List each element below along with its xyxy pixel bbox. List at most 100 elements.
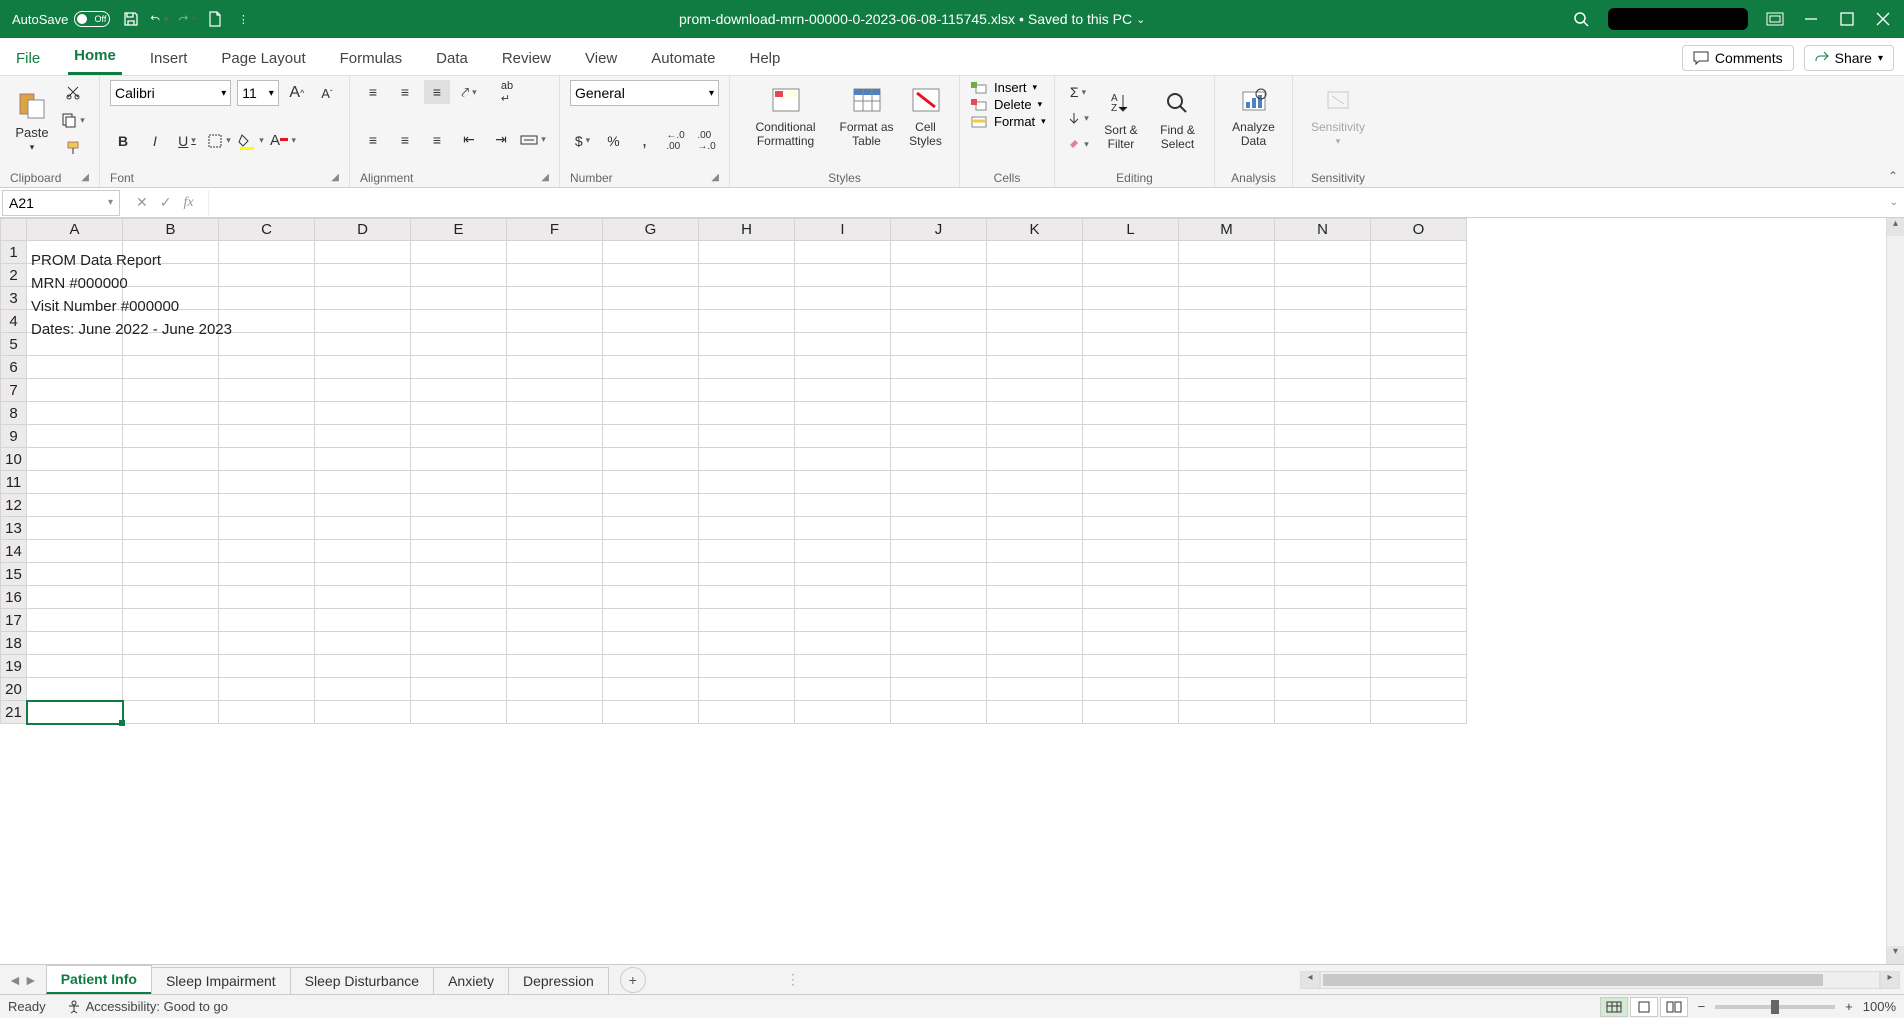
cell[interactable] (1179, 264, 1275, 287)
cell[interactable] (507, 655, 603, 678)
cell[interactable] (891, 632, 987, 655)
page-break-view-icon[interactable] (1660, 997, 1688, 1017)
cell[interactable] (27, 586, 123, 609)
cell[interactable] (219, 609, 315, 632)
decrease-indent-icon[interactable]: ⇤ (456, 128, 482, 152)
cell[interactable] (699, 494, 795, 517)
cell[interactable] (699, 563, 795, 586)
cell[interactable] (603, 264, 699, 287)
cell[interactable] (1371, 310, 1467, 333)
zoom-out-icon[interactable]: − (1698, 999, 1706, 1014)
cell[interactable] (315, 586, 411, 609)
cell[interactable] (27, 632, 123, 655)
scroll-down-icon[interactable]: ▾ (1887, 946, 1904, 964)
cell[interactable] (411, 586, 507, 609)
expand-formula-bar-icon[interactable]: ⌄ (1884, 197, 1904, 208)
cell[interactable] (27, 448, 123, 471)
autosave-toggle[interactable]: AutoSave Off (12, 11, 110, 27)
cell[interactable] (1083, 632, 1179, 655)
cell[interactable] (795, 310, 891, 333)
cell[interactable] (987, 517, 1083, 540)
column-header[interactable]: D (315, 219, 411, 241)
row-header[interactable]: 12 (1, 494, 27, 517)
cell[interactable] (891, 402, 987, 425)
bold-icon[interactable]: B (110, 129, 136, 153)
cell[interactable] (123, 402, 219, 425)
cell[interactable] (1371, 609, 1467, 632)
cell[interactable] (987, 402, 1083, 425)
currency-icon[interactable]: $ (570, 129, 595, 153)
cell[interactable] (411, 448, 507, 471)
zoom-slider[interactable] (1715, 1005, 1835, 1009)
cell[interactable] (987, 425, 1083, 448)
cell[interactable] (1179, 563, 1275, 586)
ribbon-tab-view[interactable]: View (579, 42, 623, 75)
decrease-decimal-icon[interactable]: .00→.0 (694, 129, 719, 153)
cell[interactable] (795, 471, 891, 494)
cell[interactable] (1083, 241, 1179, 264)
cell[interactable] (1083, 655, 1179, 678)
cell[interactable] (795, 632, 891, 655)
column-header[interactable]: H (699, 219, 795, 241)
cell[interactable] (219, 333, 315, 356)
copy-icon[interactable] (60, 108, 86, 132)
cell[interactable] (315, 540, 411, 563)
close-icon[interactable] (1874, 10, 1892, 28)
cell[interactable] (987, 701, 1083, 724)
cell[interactable] (699, 310, 795, 333)
cell[interactable] (987, 241, 1083, 264)
cell[interactable] (315, 333, 411, 356)
cell[interactable] (411, 287, 507, 310)
scroll-right-icon[interactable]: ▸ (1880, 971, 1900, 989)
wrap-text-icon[interactable]: ab↵ (494, 80, 520, 104)
cell[interactable] (795, 701, 891, 724)
ribbon-tab-review[interactable]: Review (496, 42, 557, 75)
cell[interactable] (891, 264, 987, 287)
column-header[interactable]: I (795, 219, 891, 241)
collapse-ribbon-icon[interactable]: ⌃ (1888, 169, 1898, 183)
cell[interactable] (1179, 540, 1275, 563)
row-header[interactable]: 20 (1, 678, 27, 701)
column-header[interactable]: E (411, 219, 507, 241)
align-top-icon[interactable]: ≡ (360, 80, 386, 104)
cell[interactable] (1083, 701, 1179, 724)
format-cells-button[interactable]: Format▾ (970, 114, 1044, 129)
cell[interactable] (123, 494, 219, 517)
cell[interactable] (891, 287, 987, 310)
cell[interactable] (987, 609, 1083, 632)
cell[interactable] (1275, 517, 1371, 540)
redo-icon[interactable] (178, 10, 196, 28)
cell[interactable] (315, 310, 411, 333)
row-header[interactable]: 9 (1, 425, 27, 448)
cell[interactable] (987, 540, 1083, 563)
cell[interactable] (699, 540, 795, 563)
sheet-tab[interactable]: Depression (508, 967, 609, 994)
row-header[interactable]: 19 (1, 655, 27, 678)
cell[interactable] (315, 471, 411, 494)
cell[interactable] (219, 425, 315, 448)
cell[interactable] (603, 333, 699, 356)
row-header[interactable]: 18 (1, 632, 27, 655)
cell[interactable] (1179, 287, 1275, 310)
cell[interactable] (987, 563, 1083, 586)
cell[interactable] (795, 287, 891, 310)
cell[interactable] (891, 494, 987, 517)
cell[interactable] (1083, 540, 1179, 563)
cell[interactable] (315, 264, 411, 287)
cell[interactable] (411, 517, 507, 540)
cell[interactable] (123, 540, 219, 563)
cell[interactable] (1371, 471, 1467, 494)
cell[interactable] (1179, 494, 1275, 517)
analyze-data-button[interactable]: Analyze Data (1225, 80, 1282, 150)
cell[interactable] (795, 356, 891, 379)
cell[interactable]: Dates: June 2022 - June 2023 (27, 310, 123, 333)
cell[interactable] (27, 563, 123, 586)
cell[interactable] (315, 609, 411, 632)
font-color-icon[interactable]: A (270, 129, 296, 153)
cell[interactable] (507, 517, 603, 540)
cell[interactable] (1179, 310, 1275, 333)
cell[interactable] (1083, 517, 1179, 540)
cell[interactable] (795, 402, 891, 425)
ribbon-tab-automate[interactable]: Automate (645, 42, 721, 75)
cell[interactable] (507, 632, 603, 655)
